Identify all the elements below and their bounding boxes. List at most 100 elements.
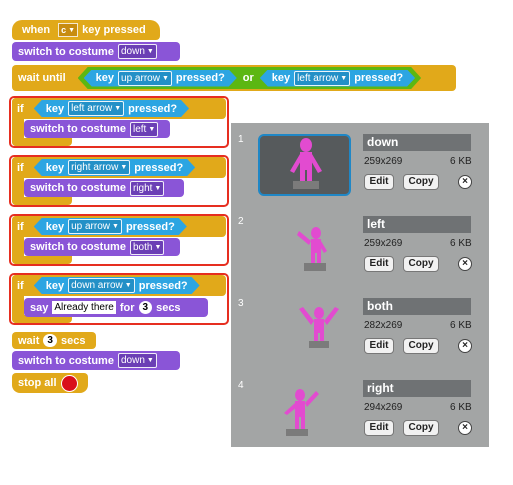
key-value: c bbox=[61, 25, 67, 35]
chevron-down-icon: ▼ bbox=[146, 48, 154, 55]
chevron-down-icon: ▼ bbox=[146, 357, 154, 364]
costume-name-field[interactable]: down bbox=[363, 134, 471, 151]
copy-button[interactable]: Copy bbox=[403, 256, 439, 272]
close-icon[interactable]: × bbox=[458, 175, 472, 189]
costume-name-field[interactable]: left bbox=[363, 216, 471, 233]
costume-item-right[interactable]: 4 right 294x269 6 KB Edit Copy × bbox=[231, 369, 489, 449]
copy-button[interactable]: Copy bbox=[403, 420, 439, 436]
chevron-down-icon: ▼ bbox=[68, 26, 76, 34]
chevron-down-icon: ▼ bbox=[154, 243, 162, 251]
costume-file-size: 6 KB bbox=[450, 156, 472, 167]
key-option-dropdown[interactable]: right arrow ▼ bbox=[68, 160, 130, 175]
costume-name-field[interactable]: right bbox=[363, 380, 471, 397]
chevron-down-icon: ▼ bbox=[154, 184, 162, 192]
costume-dropdown[interactable]: down ▼ bbox=[117, 44, 157, 59]
dropdown-value: right arrow bbox=[71, 162, 119, 173]
if-label: if bbox=[17, 279, 24, 292]
close-icon[interactable]: × bbox=[458, 257, 472, 271]
dropdown-value: down bbox=[120, 46, 145, 57]
copy-button[interactable]: Copy bbox=[403, 338, 439, 354]
when-key-pressed-hat[interactable]: when c ▼ key pressed bbox=[12, 20, 160, 40]
if-label: if bbox=[17, 102, 24, 115]
say-for-secs-block[interactable]: say Already there for 3 secs bbox=[24, 298, 208, 317]
dropdown-value: left arrow bbox=[297, 72, 339, 84]
if-header[interactable]: if key right arrow ▼ pressed? bbox=[12, 157, 226, 178]
key-option-dropdown[interactable]: left arrow ▼ bbox=[294, 71, 350, 86]
if-header[interactable]: if key up arrow ▼ pressed? bbox=[12, 216, 226, 237]
sensor-suffix: pressed? bbox=[125, 220, 175, 233]
switch-costume-block[interactable]: switch to costume down ▼ bbox=[12, 42, 180, 61]
hat-suffix: key pressed bbox=[82, 24, 146, 36]
switch-costume-block[interactable]: switch to costume both ▼ bbox=[24, 238, 180, 256]
key-option-dropdown[interactable]: down arrow ▼ bbox=[68, 278, 135, 293]
say-text-input[interactable]: Already there bbox=[52, 301, 116, 314]
costume-name-field[interactable]: both bbox=[363, 298, 471, 315]
or-operator[interactable]: key up arrow ▼ pressed? or key left arro… bbox=[78, 67, 421, 89]
costume-thumbnail-image bbox=[290, 138, 322, 189]
secs-input[interactable]: 3 bbox=[138, 301, 153, 314]
if-header[interactable]: if key down arrow ▼ pressed? bbox=[12, 275, 226, 296]
sensor-label: key bbox=[45, 161, 65, 174]
costume-file-size: 6 KB bbox=[450, 238, 472, 249]
switch-costume-block[interactable]: switch to costume right ▼ bbox=[24, 179, 184, 197]
edit-button[interactable]: Edit bbox=[364, 420, 394, 436]
if-label: if bbox=[17, 161, 24, 174]
costume-item-both[interactable]: 3 both 282x269 6 KB Edit Copy × bbox=[231, 287, 489, 367]
secs-label: secs bbox=[156, 301, 181, 314]
key-option-dropdown[interactable]: up arrow ▼ bbox=[118, 71, 172, 86]
if-header[interactable]: if key left arrow ▼ pressed? bbox=[12, 98, 226, 119]
edit-button[interactable]: Edit bbox=[364, 256, 394, 272]
stop-all-block[interactable]: stop all bbox=[12, 373, 88, 393]
close-icon[interactable]: × bbox=[458, 339, 472, 353]
sensor-suffix: pressed? bbox=[134, 161, 184, 174]
costume-item-left[interactable]: 2 left 259x269 6 KB Edit Copy × bbox=[231, 205, 489, 285]
dropdown-value: down bbox=[120, 355, 145, 366]
block-label: switch to costume bbox=[30, 182, 126, 194]
sensor-label: key bbox=[45, 220, 65, 233]
sensor-label: key bbox=[45, 279, 65, 292]
costume-index: 2 bbox=[238, 216, 244, 227]
block-label: switch to costume bbox=[18, 45, 114, 58]
chevron-down-icon: ▼ bbox=[340, 74, 348, 82]
costume-index: 3 bbox=[238, 298, 244, 309]
copy-button[interactable]: Copy bbox=[403, 174, 439, 190]
costume-item-down[interactable]: 1 down 259x269 6 KB Edit Copy × bbox=[231, 123, 489, 203]
costume-file-size: 6 KB bbox=[450, 402, 472, 413]
switch-costume-block[interactable]: switch to costume down ▼ bbox=[12, 351, 180, 370]
dropdown-value: down arrow bbox=[71, 280, 123, 291]
costume-dropdown[interactable]: down ▼ bbox=[117, 353, 157, 368]
edit-button[interactable]: Edit bbox=[364, 338, 394, 354]
key-pressed-sensor[interactable]: key up arrow ▼ pressed? bbox=[34, 218, 187, 235]
switch-costume-block[interactable]: switch to costume left ▼ bbox=[24, 120, 170, 138]
costume-dimensions: 294x269 bbox=[364, 402, 403, 413]
costume-dimensions: 282x269 bbox=[364, 320, 403, 331]
wait-until-block[interactable]: wait until key up arrow ▼ pressed? or ke… bbox=[12, 65, 456, 91]
close-icon[interactable]: × bbox=[458, 421, 472, 435]
sensor-suffix: pressed? bbox=[138, 279, 188, 292]
key-pressed-sensor[interactable]: key right arrow ▼ pressed? bbox=[34, 159, 195, 176]
key-pressed-sensor[interactable]: key down arrow ▼ pressed? bbox=[34, 277, 200, 294]
dropdown-value: right bbox=[132, 182, 153, 194]
block-label: say bbox=[30, 301, 49, 314]
dropdown-value: both bbox=[132, 241, 153, 253]
if-footer bbox=[12, 256, 72, 264]
wait-secs-block[interactable]: wait 3 secs bbox=[12, 332, 96, 349]
costume-dropdown[interactable]: right ▼ bbox=[129, 180, 165, 196]
hat-label: when bbox=[22, 24, 51, 36]
key-option-dropdown[interactable]: up arrow ▼ bbox=[68, 219, 122, 234]
block-label: stop all bbox=[18, 377, 57, 389]
edit-button[interactable]: Edit bbox=[364, 174, 394, 190]
costume-dropdown[interactable]: left ▼ bbox=[129, 121, 159, 137]
key-pressed-sensor[interactable]: key left arrow ▼ pressed? bbox=[260, 70, 415, 87]
key-option-dropdown[interactable]: left arrow ▼ bbox=[68, 101, 124, 116]
costume-dropdown[interactable]: both ▼ bbox=[129, 239, 165, 255]
key-pressed-sensor[interactable]: key up arrow ▼ pressed? bbox=[84, 70, 237, 87]
key-dropdown[interactable]: c ▼ bbox=[58, 23, 79, 37]
for-label: for bbox=[119, 301, 135, 314]
costume-thumbnail-image bbox=[299, 307, 339, 348]
sensor-suffix: pressed? bbox=[354, 72, 404, 84]
costume-dimensions: 259x269 bbox=[364, 238, 403, 249]
key-pressed-sensor[interactable]: key left arrow ▼ pressed? bbox=[34, 100, 189, 117]
secs-input[interactable]: 3 bbox=[43, 334, 57, 347]
chevron-down-icon: ▼ bbox=[161, 74, 169, 82]
